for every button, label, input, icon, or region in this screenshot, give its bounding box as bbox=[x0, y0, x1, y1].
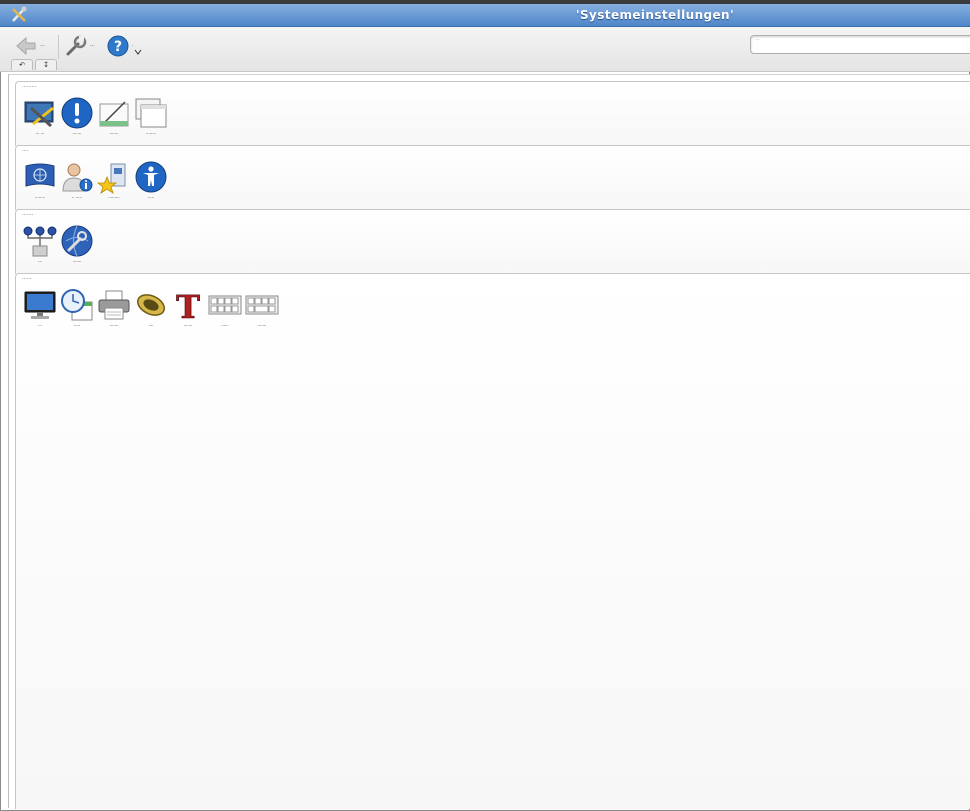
settings-item[interactable]: ·· ····· bbox=[59, 160, 95, 206]
section-appearance: ········· ··· ··· ······· ······· ······… bbox=[15, 81, 970, 146]
settings-window: 'Systemeinstellungen' ··· ··· ? · ··· ↶ … bbox=[0, 4, 970, 811]
desktop-tools-icon bbox=[24, 101, 54, 128]
section-hardware: ······ ··· ····· ······· ···· T ······· … bbox=[15, 273, 970, 809]
chevron-down-icon[interactable] bbox=[134, 48, 142, 56]
section-title: ······ bbox=[22, 276, 32, 282]
item-label: ····· bbox=[147, 195, 155, 200]
settings-item[interactable]: ····· bbox=[133, 160, 169, 206]
item-label: ········ bbox=[34, 195, 46, 200]
item-label: ······· bbox=[183, 323, 193, 328]
tools-app-icon[interactable] bbox=[10, 6, 28, 24]
locale-flag-icon bbox=[25, 163, 55, 187]
section-network: ······· ··· ······· bbox=[15, 209, 970, 274]
item-label: ···· bbox=[148, 323, 154, 328]
window-title: 'Systemeinstellungen' bbox=[575, 8, 735, 22]
back-arrow-icon bbox=[16, 36, 36, 56]
item-label: ····· bbox=[73, 323, 81, 328]
mini-tab-undo[interactable]: ↶ bbox=[11, 59, 33, 70]
keyboard-shortcuts-icon bbox=[245, 295, 279, 315]
item-label: ······· bbox=[72, 131, 82, 136]
item-label: ········ bbox=[145, 131, 157, 136]
item-label: ··· bbox=[38, 259, 42, 264]
search-placeholder: ··· bbox=[755, 37, 760, 43]
item-label: ······ bbox=[221, 323, 229, 328]
fonts-icon: T bbox=[176, 288, 201, 322]
mini-tabs: ↶ ↧ bbox=[11, 59, 57, 70]
accessibility-icon bbox=[135, 161, 167, 193]
configure-label: ··· bbox=[90, 43, 95, 49]
settings-item[interactable]: ······· bbox=[59, 96, 95, 142]
date-time-icon bbox=[61, 289, 93, 321]
settings-content: ········· ··· ··· ······· ······· ······… bbox=[8, 74, 970, 809]
settings-item[interactable]: ······· bbox=[59, 224, 95, 270]
window-behavior-icon bbox=[135, 98, 167, 128]
sound-icon bbox=[137, 294, 165, 316]
settings-item[interactable]: ···· bbox=[133, 288, 169, 334]
toolbar-separator bbox=[58, 35, 59, 59]
item-label: ··· ··· bbox=[35, 131, 45, 136]
item-label: ········· bbox=[108, 195, 120, 200]
section-title: ···· bbox=[22, 148, 29, 154]
item-label: ··· bbox=[38, 323, 42, 328]
back-button[interactable]: ··· bbox=[14, 31, 45, 61]
configure-button[interactable]: ··· bbox=[64, 31, 95, 61]
wrench-icon bbox=[66, 35, 87, 56]
help-button[interactable]: ? · bbox=[106, 31, 142, 61]
keyboard-icon bbox=[208, 295, 242, 315]
display-icon bbox=[24, 291, 56, 319]
settings-item[interactable]: ··· ··· bbox=[22, 96, 58, 142]
svg-text:?: ? bbox=[114, 39, 122, 55]
settings-item[interactable]: ········ bbox=[22, 160, 58, 206]
settings-item[interactable]: ····· bbox=[59, 288, 95, 334]
section-personal: ···· ········ ·· ····· ········· ····· bbox=[15, 145, 970, 210]
item-label: ······· bbox=[257, 323, 267, 328]
notification-icon bbox=[61, 97, 93, 129]
default-apps-icon bbox=[97, 163, 126, 194]
help-icon: ? bbox=[107, 35, 129, 57]
toolbar: ··· ··· ? · ··· ↶ ↧ bbox=[0, 27, 970, 72]
search-input[interactable]: ··· bbox=[750, 35, 970, 54]
settings-item[interactable]: ······· bbox=[96, 96, 132, 142]
section-title: ······· bbox=[22, 212, 34, 218]
settings-item[interactable]: ········· bbox=[96, 160, 132, 206]
item-label: ······· bbox=[72, 259, 82, 264]
network-settings-icon bbox=[61, 225, 93, 257]
back-label: ··· bbox=[40, 43, 45, 49]
printer-icon bbox=[98, 290, 130, 320]
settings-item[interactable]: ··· bbox=[22, 288, 58, 334]
user-account-icon bbox=[62, 163, 93, 192]
mini-tab-reset[interactable]: ↧ bbox=[35, 59, 57, 70]
appearance-icon bbox=[99, 101, 129, 127]
svg-text:T: T bbox=[176, 288, 200, 322]
settings-item[interactable]: ······· bbox=[96, 288, 132, 334]
item-label: ······· bbox=[109, 131, 119, 136]
settings-item[interactable]: T ······· bbox=[170, 288, 206, 334]
section-title: ········· bbox=[22, 84, 37, 90]
settings-item[interactable]: ······· bbox=[244, 288, 280, 334]
settings-item[interactable]: ······ bbox=[207, 288, 243, 334]
item-label: ······· bbox=[109, 323, 119, 328]
title-bar[interactable]: 'Systemeinstellungen' bbox=[0, 4, 970, 27]
settings-item[interactable]: ··· bbox=[22, 224, 58, 270]
network-icon bbox=[23, 226, 57, 257]
settings-item[interactable]: ········ bbox=[133, 96, 169, 142]
item-label: ·· ····· bbox=[71, 195, 83, 200]
